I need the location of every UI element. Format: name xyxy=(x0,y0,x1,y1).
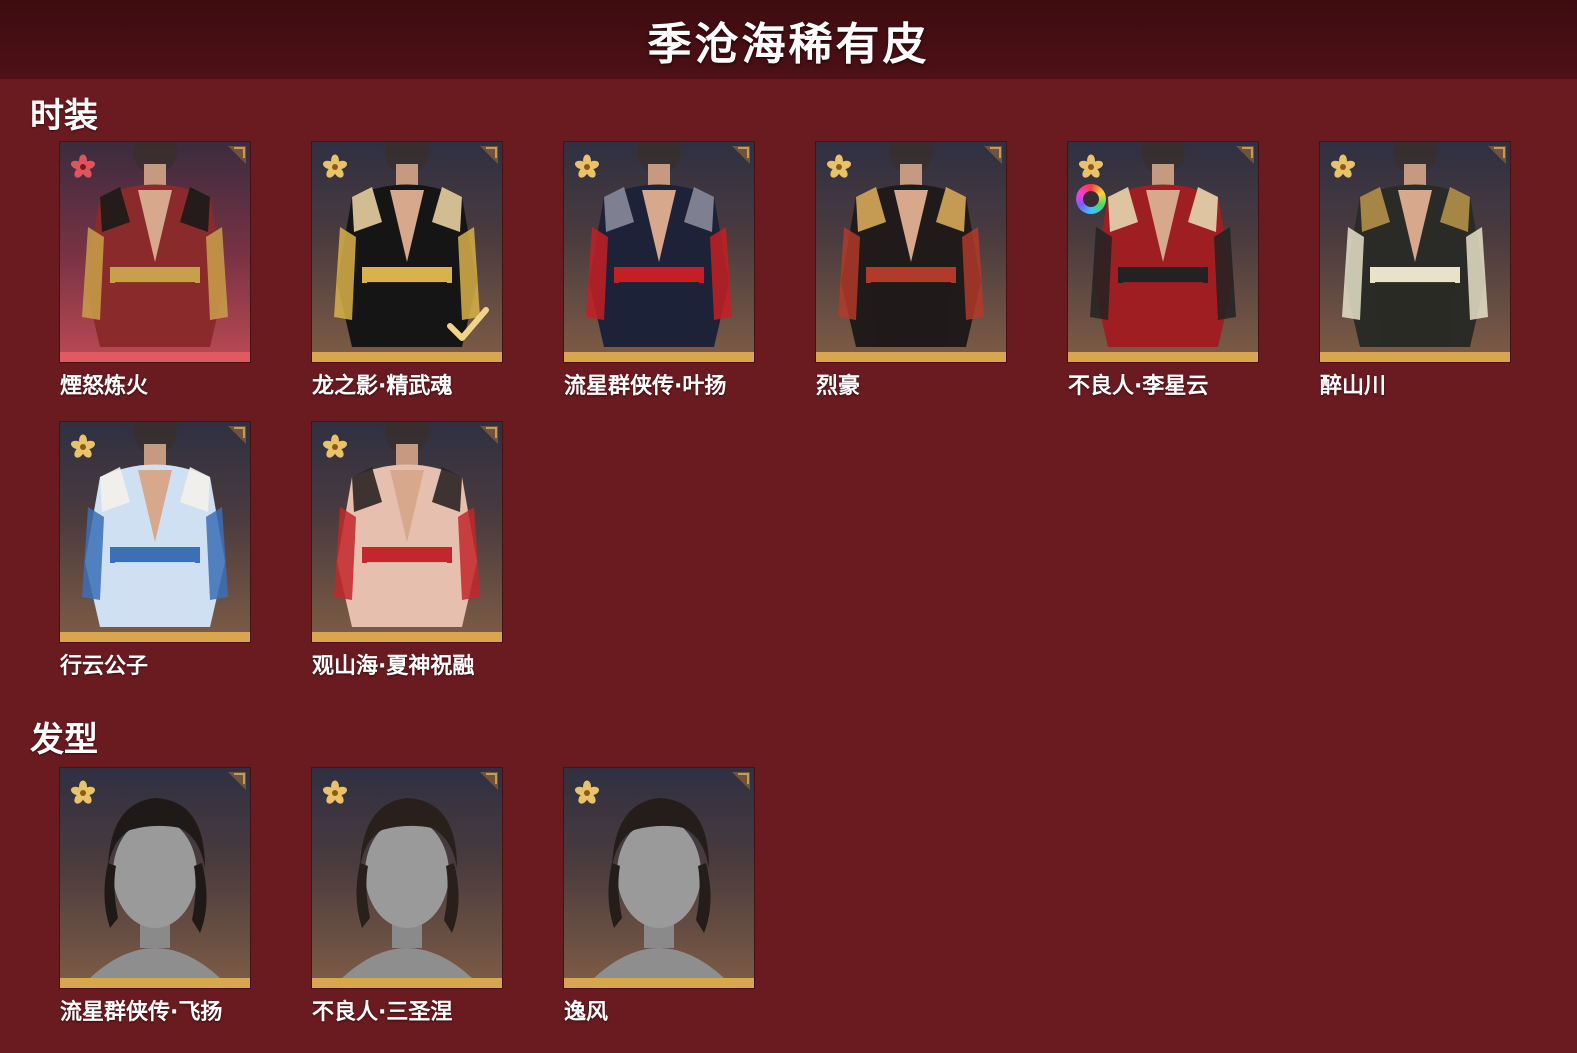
gold-flower-icon xyxy=(70,780,96,806)
gold-flower-icon xyxy=(322,780,348,806)
red-flower-icon xyxy=(70,154,96,180)
corner-ornament-icon xyxy=(478,424,500,446)
gold-flower-icon xyxy=(574,780,600,806)
skin-item[interactable]: 龙之影·精武魂 xyxy=(312,142,502,400)
skin-name: 观山海·夏神祝融 xyxy=(312,654,475,679)
skin-card[interactable] xyxy=(60,142,250,362)
corner-ornament-icon xyxy=(478,144,500,166)
skin-item[interactable]: 行云公子 xyxy=(60,422,250,680)
page-title: 季沧海稀有皮 xyxy=(647,18,930,70)
skin-name: 不良人·三圣涅 xyxy=(312,1000,453,1025)
skin-item[interactable]: 逸风 xyxy=(564,768,754,1026)
dye-color-wheel-icon xyxy=(1076,184,1106,214)
corner-ornament-icon xyxy=(982,144,1004,166)
title-bar: 季沧海稀有皮 xyxy=(0,0,1577,79)
gold-flower-icon xyxy=(1330,154,1356,180)
skin-item[interactable]: 煙怒炼火 xyxy=(60,142,250,400)
skin-card[interactable] xyxy=(312,422,502,642)
skin-name: 流星群侠传·飞扬 xyxy=(60,1000,223,1025)
checkmark-icon xyxy=(446,304,490,344)
gold-flower-icon xyxy=(322,154,348,180)
skin-name: 煙怒炼火 xyxy=(60,374,149,399)
gold-flower-icon xyxy=(322,434,348,460)
corner-ornament-icon xyxy=(226,770,248,792)
gold-flower-icon xyxy=(70,434,96,460)
section-heading-hairstyles: 发型 xyxy=(30,720,98,760)
gold-flower-icon xyxy=(826,154,852,180)
skin-name: 行云公子 xyxy=(60,654,149,679)
skin-card[interactable] xyxy=(312,768,502,988)
corner-ornament-icon xyxy=(730,144,752,166)
outfit-grid: 煙怒炼火 龙之影·精武魂 流星群侠传·叶扬 烈豪 不良人·李星云 醉山川行云公子 观山海·夏… xyxy=(60,142,1510,680)
gold-flower-icon xyxy=(574,154,600,180)
skin-item[interactable]: 流星群侠传·叶扬 xyxy=(564,142,754,400)
skin-card[interactable] xyxy=(564,142,754,362)
skin-item[interactable]: 醉山川 xyxy=(1320,142,1510,400)
skin-card[interactable] xyxy=(564,768,754,988)
corner-ornament-icon xyxy=(730,770,752,792)
skin-name: 不良人·李星云 xyxy=(1068,374,1209,399)
skin-name: 龙之影·精武魂 xyxy=(312,374,453,399)
corner-ornament-icon xyxy=(226,144,248,166)
gold-flower-icon xyxy=(1078,154,1104,180)
corner-ornament-icon xyxy=(226,424,248,446)
corner-ornament-icon xyxy=(478,770,500,792)
skin-name: 烈豪 xyxy=(816,374,861,399)
skin-card[interactable] xyxy=(816,142,1006,362)
skin-item[interactable]: 烈豪 xyxy=(816,142,1006,400)
corner-ornament-icon xyxy=(1486,144,1508,166)
skin-item[interactable]: 观山海·夏神祝融 xyxy=(312,422,502,680)
skin-item[interactable]: 不良人·李星云 xyxy=(1068,142,1258,400)
skin-item[interactable]: 不良人·三圣涅 xyxy=(312,768,502,1026)
skin-name: 流星群侠传·叶扬 xyxy=(564,374,727,399)
corner-ornament-icon xyxy=(1234,144,1256,166)
skin-item[interactable]: 流星群侠传·飞扬 xyxy=(60,768,250,1026)
skin-name: 逸风 xyxy=(564,1000,609,1025)
skin-card[interactable] xyxy=(1320,142,1510,362)
hairstyle-grid: 流星群侠传·飞扬 不良人·三圣涅 逸风 xyxy=(60,768,1510,1026)
skin-card[interactable] xyxy=(312,142,502,362)
skin-card[interactable] xyxy=(1068,142,1258,362)
skin-card[interactable] xyxy=(60,422,250,642)
skin-card[interactable] xyxy=(60,768,250,988)
section-heading-outfits: 时装 xyxy=(30,96,98,136)
skin-name: 醉山川 xyxy=(1320,374,1387,399)
